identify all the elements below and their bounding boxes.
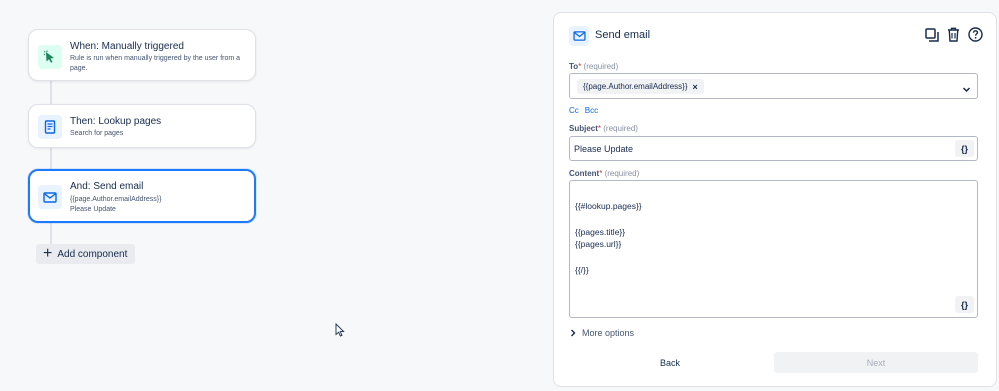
panel-title: Send email xyxy=(595,29,651,41)
recipient-chip-label: {{page.Author.emailAddress}} xyxy=(583,82,688,91)
remove-chip-icon[interactable]: × xyxy=(693,82,698,92)
trigger-card[interactable]: When: Manually triggered Rule is run whe… xyxy=(28,29,256,81)
trigger-title: When: Manually triggered xyxy=(70,41,184,52)
subject-label: Subject* (required) xyxy=(569,124,638,133)
to-field[interactable]: {{page.Author.emailAddress}} × xyxy=(569,73,978,99)
mouse-pointer-icon xyxy=(335,322,345,342)
content-insert-variable-button[interactable]: {} xyxy=(955,296,974,313)
add-component-button[interactable]: + Add component xyxy=(36,244,136,264)
send-email-title: And: Send email xyxy=(70,181,144,192)
cursor-click-icon xyxy=(38,45,62,69)
content-value: {{#lookup.pages}} {{pages.title}} {{page… xyxy=(575,201,642,275)
trash-icon[interactable] xyxy=(945,26,962,43)
copy-icon[interactable] xyxy=(923,26,940,43)
question-icon[interactable] xyxy=(967,26,984,43)
envelope-icon xyxy=(569,26,589,46)
chevron-down-icon[interactable] xyxy=(962,81,971,99)
send-email-subject: Please Update xyxy=(70,206,116,213)
cc-link[interactable]: Cc xyxy=(569,106,579,115)
plus-icon: + xyxy=(43,245,53,262)
more-options-label: More options xyxy=(582,328,635,338)
lookup-card[interactable]: Then: Lookup pages Search for pages xyxy=(28,104,256,148)
content-field[interactable]: {{#lookup.pages}} {{pages.title}} {{page… xyxy=(569,180,978,318)
more-options-toggle[interactable]: More options xyxy=(570,328,634,338)
lookup-description: Search for pages xyxy=(70,130,124,137)
subject-value: Please Update xyxy=(574,144,634,154)
trigger-description: Rule is run when manually triggered by t… xyxy=(70,55,241,72)
to-label: To* (required) xyxy=(569,62,619,71)
lookup-title: Then: Lookup pages xyxy=(70,116,162,127)
chevron-right-icon xyxy=(571,329,576,337)
bcc-link[interactable]: Bcc xyxy=(585,106,598,115)
next-button[interactable]: Next xyxy=(774,352,978,373)
recipient-chip: {{page.Author.emailAddress}} × xyxy=(577,79,704,94)
page-icon xyxy=(38,115,62,139)
send-email-recipient: {{page.Author.emailAddress}} xyxy=(70,196,162,203)
content-label: Content* (required) xyxy=(569,169,640,178)
send-email-panel: Send email To* (required) {{page.Author.… xyxy=(553,12,997,387)
envelope-icon xyxy=(38,185,62,209)
back-button[interactable]: Back xyxy=(570,352,770,373)
subject-insert-variable-button[interactable]: {} xyxy=(955,140,974,157)
send-email-card[interactable]: And: Send email {{page.Author.emailAddre… xyxy=(28,169,256,223)
add-component-label: Add component xyxy=(57,248,128,260)
subject-field[interactable]: Please Update {} xyxy=(569,136,978,161)
